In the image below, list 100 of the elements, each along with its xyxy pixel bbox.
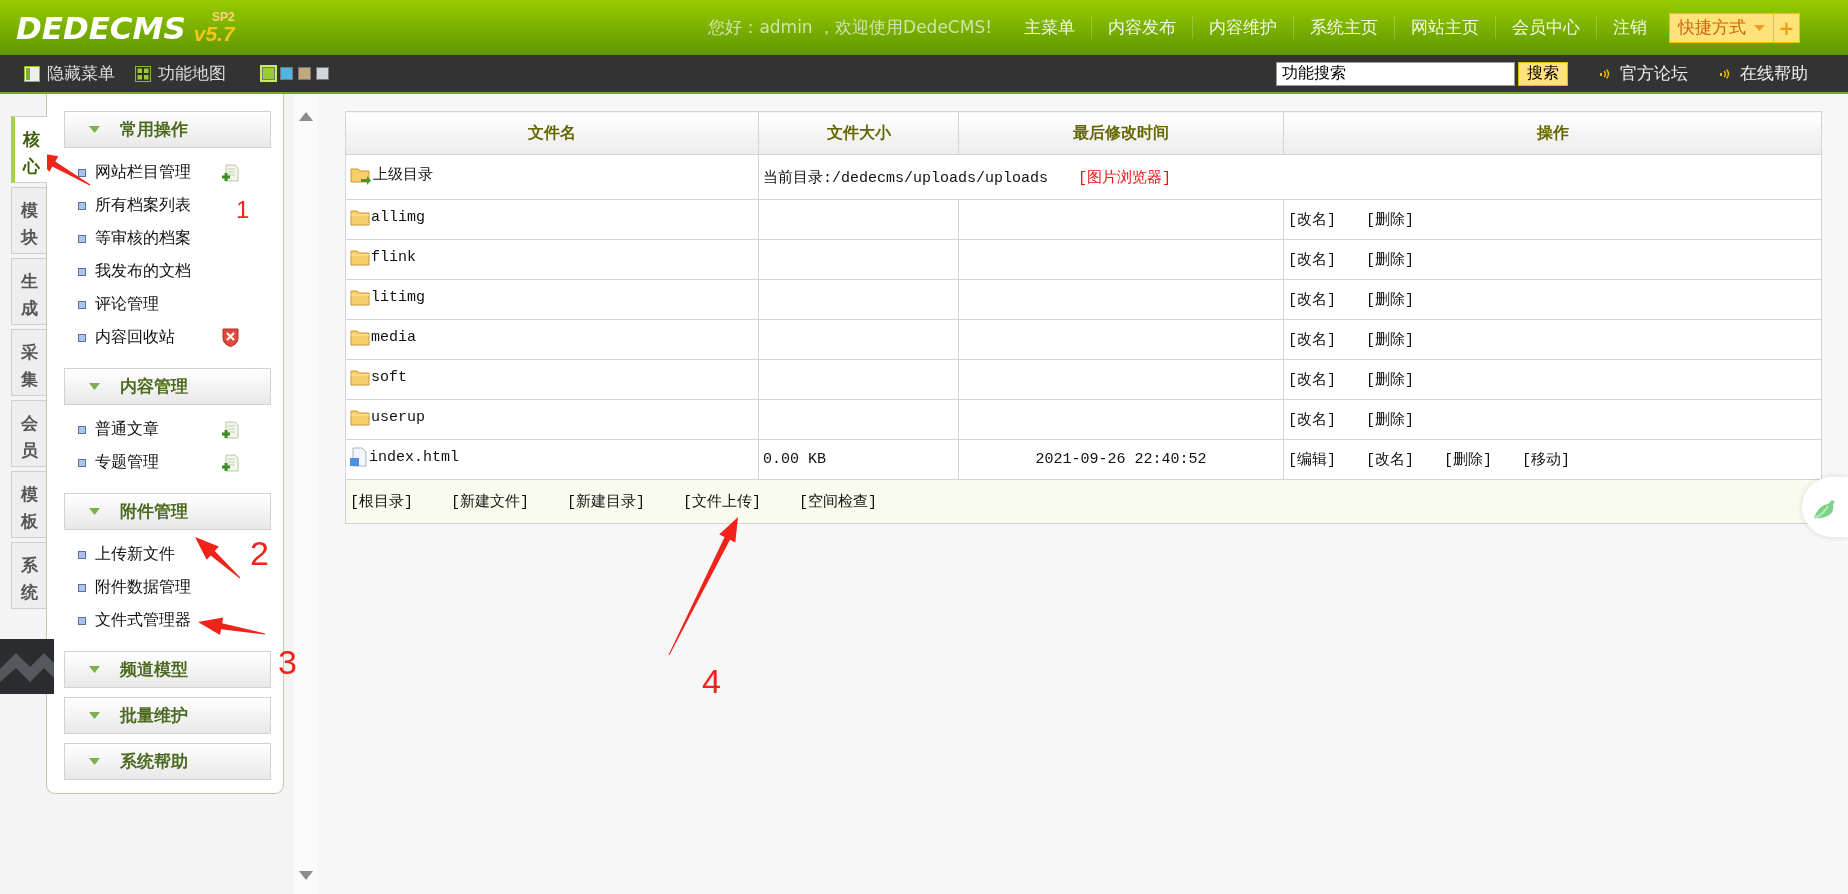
menu-group-header[interactable]: 内容管理 [64, 368, 271, 405]
column-header: 最后修改时间 [958, 111, 1284, 155]
side-tab[interactable]: 系统 [11, 542, 46, 609]
folder-link[interactable]: allimg [350, 208, 425, 226]
action-link[interactable]: [删除] [1366, 252, 1415, 269]
panel-icon [24, 65, 40, 82]
folder-icon [350, 408, 370, 426]
caret-icon [89, 508, 100, 515]
theme-swatch[interactable] [298, 67, 311, 80]
folder-link[interactable]: soft [350, 368, 407, 386]
bullet-icon [78, 267, 86, 276]
arrow [195, 537, 241, 579]
folder-icon [350, 328, 370, 346]
action-link[interactable]: [删除] [1366, 332, 1415, 349]
menu-item[interactable]: 所有档案列表 [95, 195, 191, 216]
menu-item[interactable]: 附件数据管理 [95, 577, 191, 598]
caret-icon [1754, 24, 1765, 31]
menu-item[interactable]: 评论管理 [95, 294, 159, 315]
bullet-icon [78, 168, 86, 177]
folder-icon [350, 248, 370, 266]
bullet-icon [78, 300, 86, 309]
menu-item[interactable]: 网站栏目管理 [95, 162, 191, 183]
side-tab[interactable]: 核心 [11, 116, 47, 183]
action-link[interactable]: [改名] [1366, 452, 1415, 469]
footer-link[interactable]: [根目录] [350, 494, 413, 511]
action-link[interactable]: [移动] [1522, 452, 1571, 469]
menu-item[interactable]: 我发布的文档 [95, 261, 191, 282]
action-link[interactable]: [删除] [1366, 212, 1415, 229]
scroll-up-icon[interactable] [299, 112, 313, 121]
greeting-text: 您好：admin ，欢迎使用DedeCMS! [708, 16, 992, 39]
image-browser-link[interactable]: [图片浏览器] [1078, 169, 1172, 187]
bullet-icon [78, 425, 86, 434]
folder-link[interactable]: litimg [350, 288, 425, 306]
folder-link[interactable]: media [350, 328, 416, 346]
scroll-down-icon[interactable] [299, 871, 313, 880]
action-link[interactable]: [删除] [1366, 412, 1415, 429]
modified-time: 2021-09-26 22:40:52 [1035, 451, 1207, 468]
side-tab[interactable]: 模板 [11, 471, 46, 538]
action-link[interactable]: [删除] [1444, 452, 1493, 469]
file-size: 0.00 KB [763, 451, 826, 468]
menu-item[interactable]: 普通文章 [95, 419, 159, 440]
caret-icon [89, 712, 100, 719]
theme-swatch[interactable] [280, 67, 293, 80]
menu-item[interactable]: 内容回收站 [95, 327, 175, 348]
action-link[interactable]: [删除] [1366, 372, 1415, 389]
menu-item[interactable]: 等审核的档案 [95, 228, 191, 249]
caret-icon [89, 383, 100, 390]
action-link[interactable]: [改名] [1288, 372, 1336, 389]
footer-link[interactable]: [文件上传] [683, 494, 762, 511]
action-link[interactable]: [改名] [1288, 332, 1336, 349]
action-link[interactable]: [编辑] [1288, 452, 1336, 469]
add-document-icon[interactable] [222, 453, 239, 472]
help-link[interactable]: 在线帮助 [1720, 62, 1808, 85]
menu-item[interactable]: 上传新文件 [95, 544, 175, 565]
side-tab[interactable]: 生成 [11, 258, 46, 325]
folder-link[interactable]: flink [350, 248, 416, 266]
action-link[interactable]: [改名] [1288, 412, 1336, 429]
action-link[interactable]: [删除] [1366, 292, 1415, 309]
menu-group-header[interactable]: 系统帮助 [64, 743, 271, 780]
grid-icon [135, 65, 151, 82]
action-link[interactable]: [改名] [1288, 292, 1336, 309]
menu-group-header[interactable]: 频道模型 [64, 651, 271, 688]
side-tab[interactable]: 会员 [11, 400, 46, 467]
annotation-number: 1 [236, 198, 250, 222]
current-path: 当前目录:/dedecms/uploads/uploads [763, 169, 1049, 187]
delete-shield-icon[interactable] [222, 328, 239, 347]
action-link[interactable]: [改名] [1288, 212, 1336, 229]
menu-item[interactable]: 文件式管理器 [95, 610, 191, 631]
footer-link[interactable]: [新建文件] [451, 494, 530, 511]
annotation-number: 2 [250, 536, 269, 570]
add-document-icon[interactable] [222, 420, 239, 439]
help-link[interactable]: 官方论坛 [1600, 62, 1688, 85]
bullet-icon [78, 234, 86, 243]
search-button[interactable]: 搜索 [1518, 61, 1568, 86]
menu-item[interactable]: 专题管理 [95, 452, 159, 473]
menu-group-header[interactable]: 常用操作 [64, 111, 271, 148]
theme-swatch[interactable] [262, 67, 275, 80]
file-icon [350, 447, 368, 467]
footer-link[interactable]: [新建目录] [567, 494, 646, 511]
add-document-icon[interactable] [222, 163, 239, 182]
file-link[interactable]: index.html [350, 447, 459, 467]
search-field[interactable]: 功能搜索 [1276, 61, 1515, 86]
side-tab[interactable]: 模块 [11, 187, 46, 254]
function-map-link[interactable]: 功能地图 [135, 62, 226, 85]
bullet-icon [78, 458, 86, 467]
column-header: 文件名 [345, 111, 759, 155]
parent-folder-link[interactable]: 上级目录 [350, 164, 433, 185]
signal-icon [1600, 68, 1610, 79]
menu-group-header[interactable]: 批量维护 [64, 697, 271, 734]
theme-swatch[interactable] [316, 67, 329, 80]
edition-label: SP2 [211, 11, 235, 23]
zigzag-icon[interactable] [0, 639, 54, 694]
side-tab[interactable]: 采集 [11, 329, 46, 396]
menu-group-header[interactable]: 附件管理 [64, 493, 271, 530]
footer-link[interactable]: [空间检查] [799, 494, 878, 511]
annotation-number: 3 [278, 645, 297, 679]
folder-link[interactable]: userup [350, 408, 425, 426]
logo: DEDECMS [16, 13, 186, 44]
action-link[interactable]: [改名] [1288, 252, 1336, 269]
hide-menu-link[interactable]: 隐藏菜单 [24, 62, 115, 85]
